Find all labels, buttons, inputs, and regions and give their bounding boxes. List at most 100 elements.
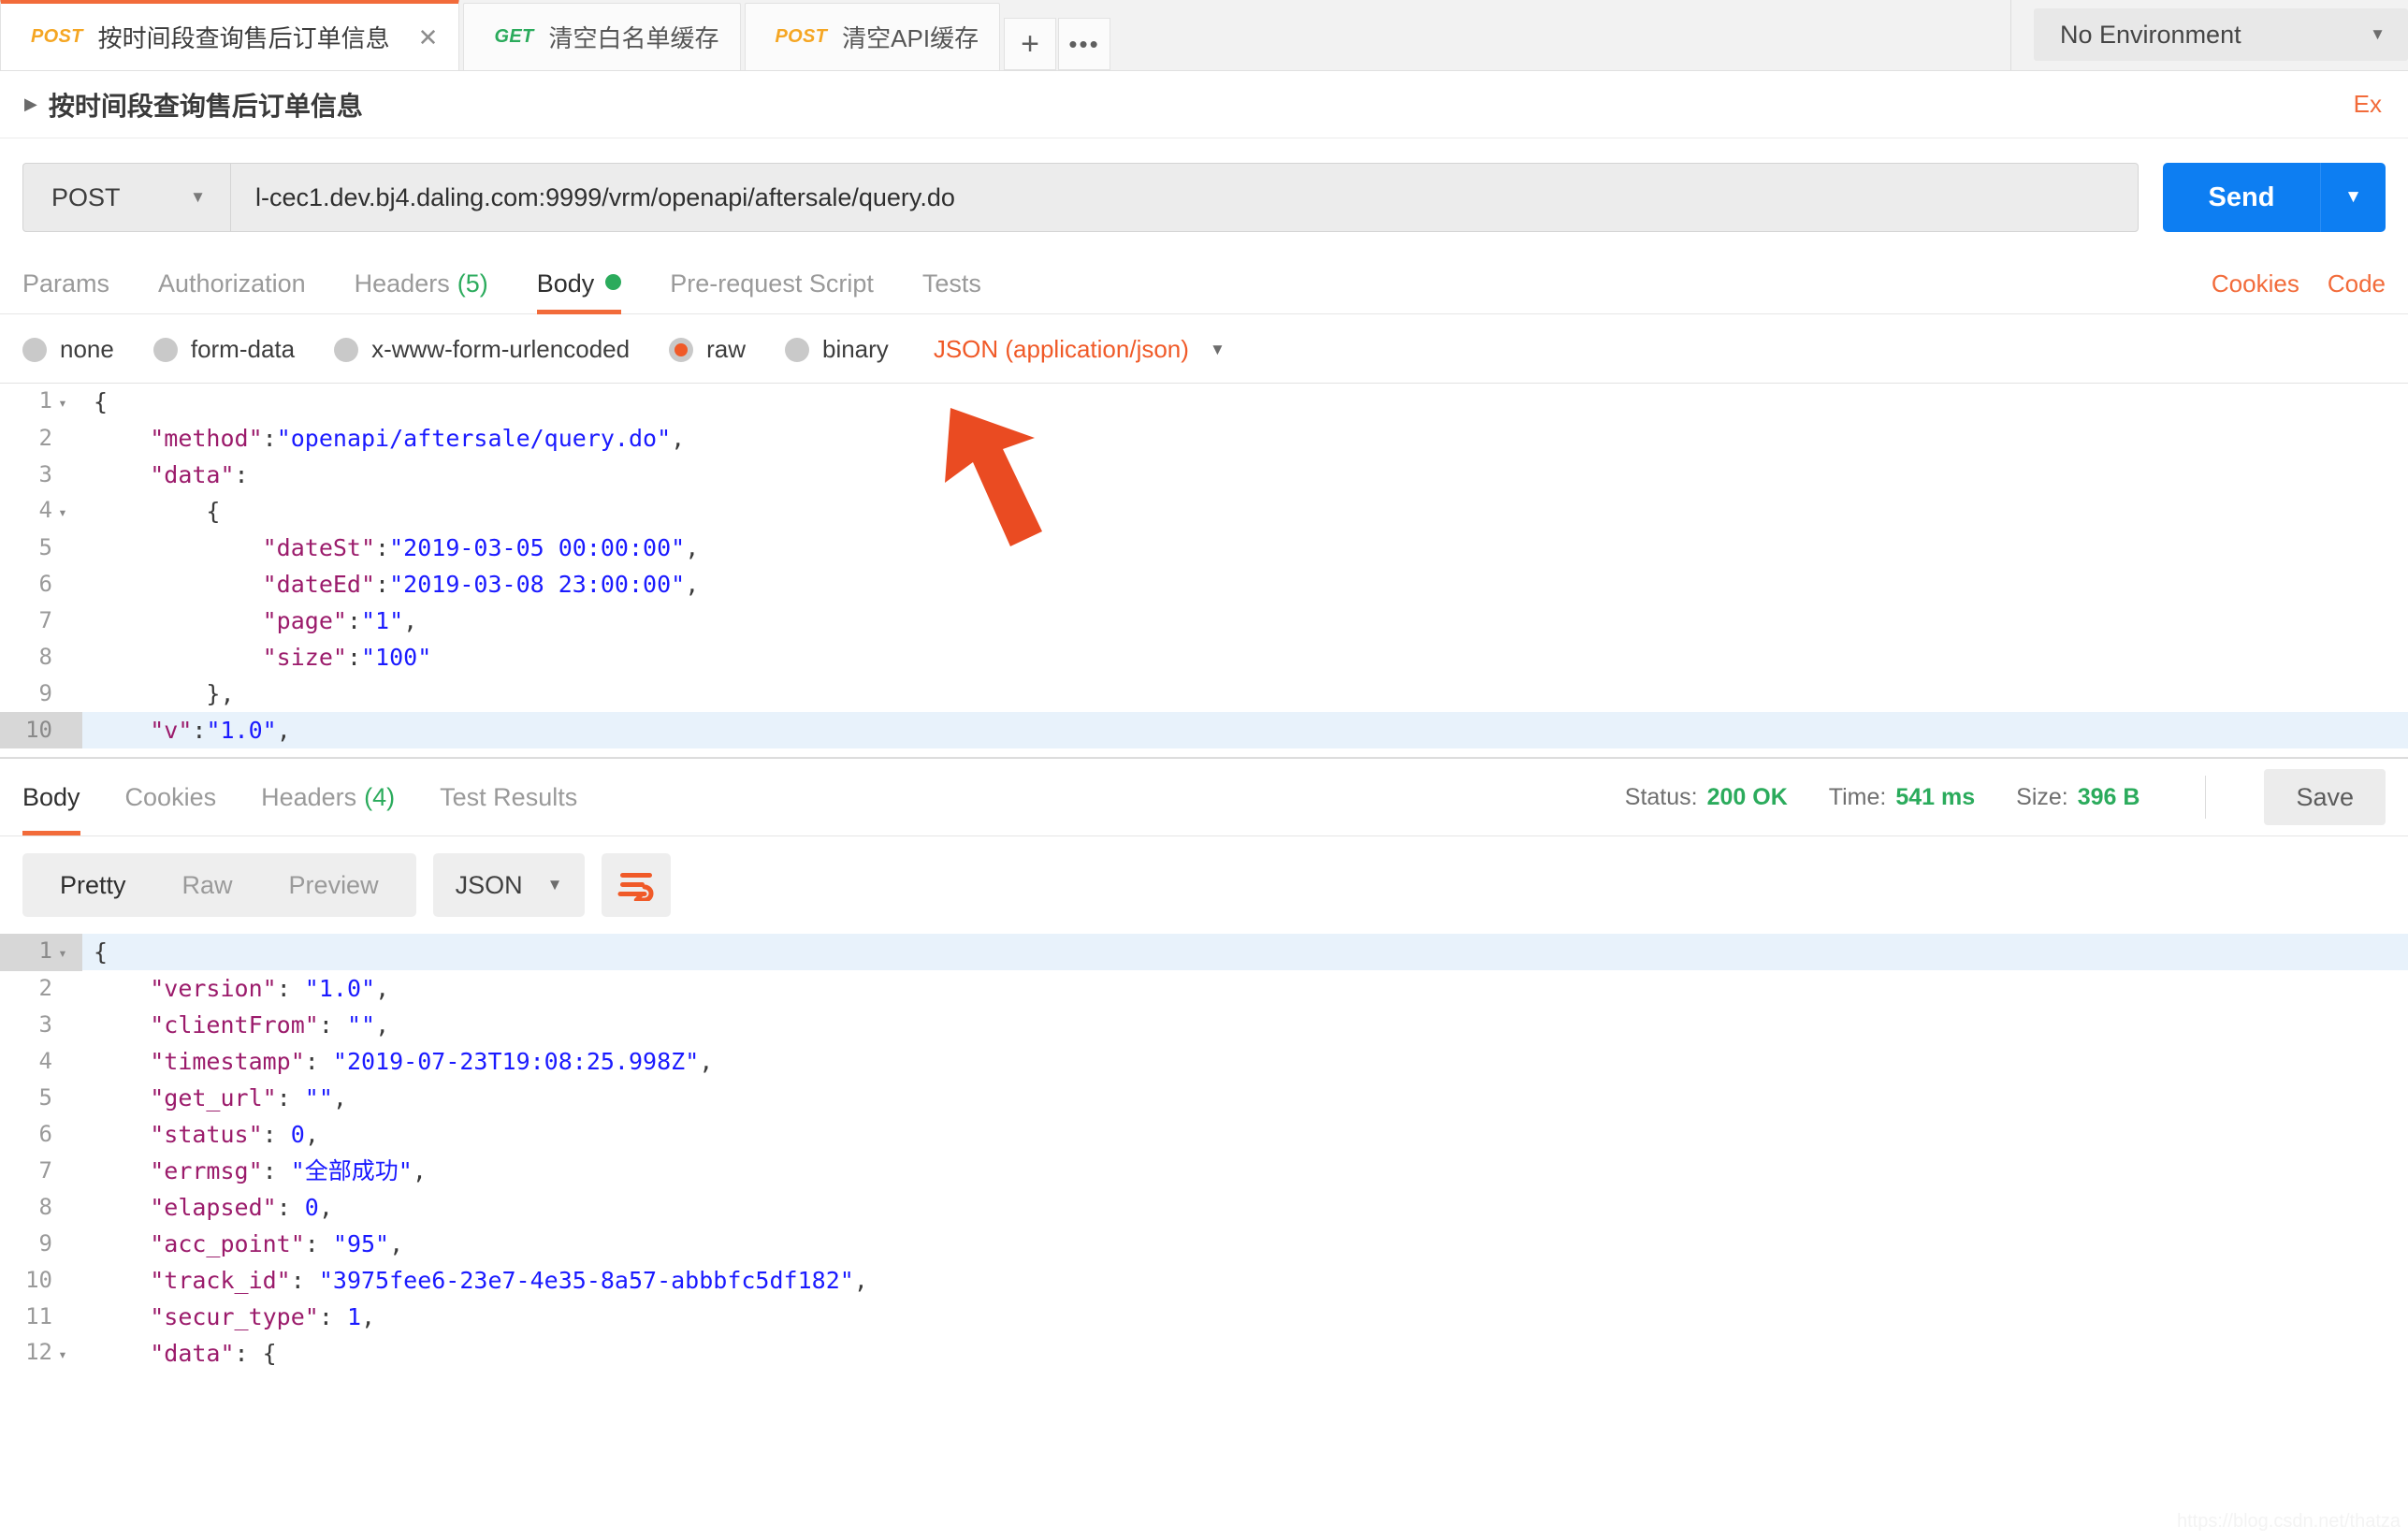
code-text: { (94, 388, 109, 415)
request-body-editor[interactable]: 1 ▾ {2 "method":"openapi/aftersale/query.d… (0, 384, 2408, 758)
expand-triangle-icon[interactable]: ▶ (24, 94, 37, 114)
line-number: 8 (38, 644, 52, 670)
request-section-tabs: Params Authorization Headers (5) Body Pre-req… (0, 253, 2408, 314)
body-type-form-data[interactable]: form-data (152, 335, 296, 364)
send-options-button[interactable]: ▼ (2320, 163, 2386, 232)
url-input[interactable]: l-cec1.dev.bj4.daling.com:9999/vrm/opena… (230, 163, 2139, 232)
code-line: 9 "acc_point": "95", (0, 1226, 2408, 1262)
response-tab-label: Test Results (440, 782, 578, 811)
send-button[interactable]: Send (2163, 163, 2320, 232)
code-text: "clientFrom": "", (150, 1011, 390, 1039)
code-link[interactable]: Code (2328, 269, 2386, 298)
tab-label: Headers (354, 269, 450, 298)
response-tab-test-results[interactable]: Test Results (440, 759, 577, 835)
send-group: Send ▼ (2163, 163, 2386, 232)
code-text: "format":"json", (82, 748, 375, 757)
code-text: "method":"openapi/aftersale/query.do", (150, 425, 686, 452)
body-type-x-www-form-urlencoded[interactable]: x-www-form-urlencoded (334, 335, 630, 364)
response-tab-count: (4) (364, 782, 396, 811)
radio-icon (22, 337, 47, 362)
request-title-row: ▶ 按时间段查询售后订单信息 Ex (0, 71, 2408, 138)
response-view-toolbar: Pretty Raw Preview JSON ▼ (0, 836, 2408, 934)
tab-method-label: GET (494, 26, 534, 47)
code-text: "data": { (150, 1340, 277, 1367)
code-text: "page":"1", (262, 607, 418, 634)
line-number: 11 (25, 1303, 52, 1329)
tab-body[interactable]: Body (536, 269, 622, 314)
url-value: l-cec1.dev.bj4.daling.com:9999/vrm/opena… (255, 182, 955, 211)
environment-selector-area: No Environment ▼ (2010, 0, 2408, 70)
code-text: "v":"1.0", (150, 717, 291, 744)
radio-icon (784, 337, 809, 362)
save-response-button[interactable]: Save (2264, 769, 2386, 825)
response-tab-label: Cookies (124, 782, 217, 811)
body-type-raw[interactable]: raw (669, 335, 746, 364)
size-value: 396 B (2077, 783, 2140, 810)
tab-label: Tests (921, 269, 981, 298)
code-line: 8 "size":"100" (0, 639, 2408, 676)
environment-selector[interactable]: No Environment ▼ (2034, 8, 2408, 61)
tab-options-button[interactable]: ••• (1058, 18, 1111, 70)
line-number: 10 (25, 1267, 52, 1293)
body-type-binary[interactable]: binary (784, 335, 889, 364)
code-line: 12 ▾ "data": { (0, 1335, 2408, 1372)
radio-icon (152, 337, 178, 362)
response-view-preview[interactable]: Preview (261, 871, 407, 900)
response-body-editor[interactable]: 1 ▾{2 "version": "1.0", 3 "clientFrom": ""… (0, 934, 2408, 1373)
tab-params[interactable]: Params (22, 269, 109, 313)
response-view-pretty[interactable]: Pretty (32, 871, 154, 900)
body-type-options: none form-data x-www-form-urlencoded raw bin… (22, 335, 928, 364)
body-type-label: raw (706, 335, 746, 363)
new-tab-button[interactable]: + (1004, 18, 1057, 70)
body-format-value: JSON (application/json) (933, 335, 1189, 363)
request-tab[interactable]: POST 清空API缓存 (744, 3, 1001, 70)
close-icon[interactable]: ✕ (418, 25, 439, 50)
body-type-none[interactable]: none (22, 335, 114, 364)
chevron-down-icon: ▼ (190, 188, 206, 206)
code-text: "errmsg": "全部成功", (150, 1157, 427, 1184)
page-title: 按时间段查询售后订单信息 (48, 91, 363, 121)
cookies-link[interactable]: Cookies (2212, 269, 2299, 298)
response-view-raw[interactable]: Raw (154, 871, 261, 900)
tab-label: Params (22, 269, 110, 298)
code-line: 7 "errmsg": "全部成功", (0, 1153, 2408, 1189)
tab-title: 清空API缓存 (842, 24, 979, 52)
tab-pre-request-script[interactable]: Pre-request Script (670, 269, 874, 313)
code-text: "secur_type": 1, (150, 1303, 376, 1330)
postman-window: POST 按时间段查询售后订单信息 ✕ GET 清空白名单缓存 POST 清空API缓存 +… (0, 0, 2408, 1540)
http-method-select[interactable]: POST ▼ (22, 163, 230, 232)
code-line: 6 "status": 0, (0, 1116, 2408, 1153)
line-number: 6 (38, 571, 52, 597)
tab-authorization[interactable]: Authorization (158, 269, 306, 313)
watermark: https://blog.csdn.net/thatza (2176, 1511, 2401, 1532)
fold-toggle-icon[interactable]: ▾ (52, 494, 73, 530)
url-bar: POST ▼ l-cec1.dev.bj4.daling.com:9999/vr… (0, 138, 2408, 253)
line-number: 5 (38, 1084, 52, 1111)
body-type-label: form-data (190, 335, 296, 363)
request-tab-bar: POST 按时间段查询售后订单信息 ✕ GET 清空白名单缓存 POST 清空API缓存 +… (0, 0, 2408, 71)
tab-count: (5) (457, 269, 488, 298)
fold-toggle-icon[interactable]: ▾ (52, 1336, 73, 1373)
response-tab-cookies[interactable]: Cookies (125, 759, 217, 835)
tab-tests[interactable]: Tests (922, 269, 981, 313)
body-format-select[interactable]: JSON (application/json) ▼ (934, 335, 1226, 364)
code-line: 9 }, (0, 676, 2408, 712)
fold-toggle-icon[interactable]: ▾ (52, 935, 73, 971)
line-number: 5 (38, 534, 52, 560)
examples-link[interactable]: Ex (2354, 90, 2382, 119)
time-label: Time: (1828, 783, 1887, 810)
fold-toggle-icon[interactable]: ▾ (52, 385, 73, 421)
response-tab-body[interactable]: Body (22, 759, 80, 835)
request-tab[interactable]: GET 清空白名单缓存 (463, 3, 741, 70)
code-line: 1 ▾ { (0, 934, 2408, 971)
response-format-select[interactable]: JSON ▼ (432, 853, 586, 917)
tab-headers[interactable]: Headers (5) (355, 269, 488, 313)
code-line: 2 "method":"openapi/aftersale/query.do", (0, 420, 2408, 457)
environment-label: No Environment (2060, 20, 2241, 49)
code-line: 7 "page":"1", (0, 603, 2408, 639)
response-tab-headers[interactable]: Headers (4) (261, 759, 395, 835)
code-text: "version": "1.0", (150, 975, 390, 1002)
word-wrap-icon[interactable] (602, 853, 672, 917)
request-tab[interactable]: POST 按时间段查询售后订单信息 ✕ (0, 0, 460, 70)
tab-method-label: POST (775, 26, 828, 47)
